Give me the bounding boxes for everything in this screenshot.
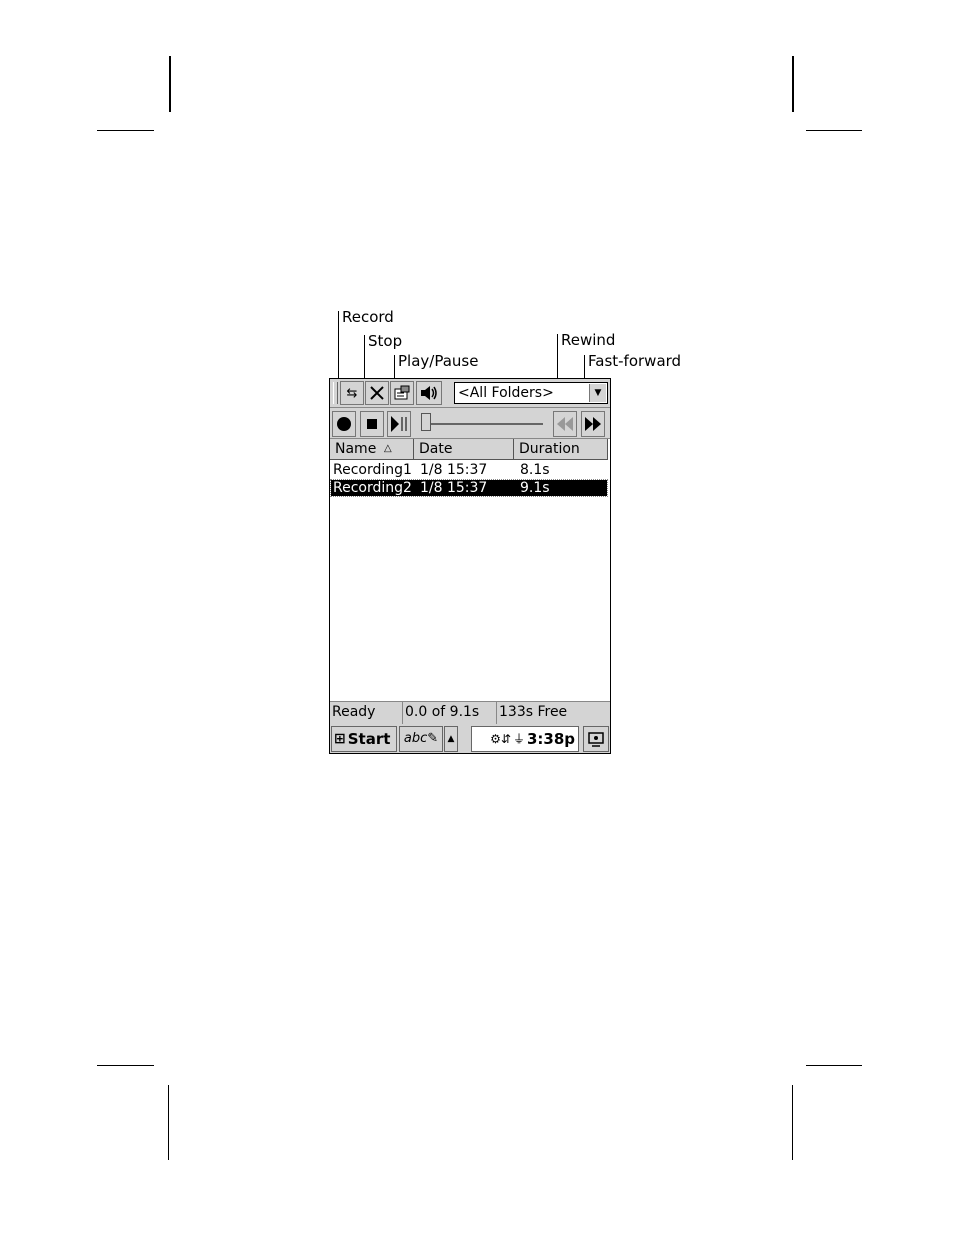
crop-mark bbox=[168, 1085, 169, 1160]
properties-icon bbox=[394, 385, 410, 400]
folder-select-value: <All Folders> bbox=[458, 385, 554, 401]
input-panel-menu-button[interactable]: ▲ bbox=[444, 726, 458, 752]
handwriting-pen-icon: abc✎ bbox=[403, 731, 439, 746]
play-pause-callout: Play/Pause bbox=[398, 352, 479, 370]
clock[interactable]: 3:38p bbox=[527, 727, 575, 751]
chevron-up-icon: ▲ bbox=[447, 734, 455, 744]
record-callout: Record bbox=[342, 308, 394, 326]
play-pause-button[interactable] bbox=[387, 411, 411, 437]
recording-name: Recording1 bbox=[333, 462, 412, 478]
rewind-callout: Rewind bbox=[561, 331, 616, 349]
connection-icon[interactable]: ⚙⇵ bbox=[490, 727, 511, 751]
voice-recorder-screen: ⇆ <All Folders> ▼ Name △ Date Duration R… bbox=[329, 378, 611, 754]
status-free-space: 133s Free bbox=[496, 701, 610, 724]
delete-button[interactable] bbox=[365, 381, 389, 405]
recording-duration: 9.1s bbox=[520, 480, 550, 496]
volume-button[interactable] bbox=[416, 381, 442, 405]
column-header-date[interactable]: Date bbox=[414, 439, 514, 460]
sort-ascending-icon: △ bbox=[384, 443, 392, 454]
crop-mark bbox=[792, 1085, 793, 1160]
record-button[interactable] bbox=[332, 411, 356, 437]
speaker-icon bbox=[421, 386, 437, 400]
record-circle-icon bbox=[337, 417, 351, 431]
start-label: Start bbox=[347, 730, 391, 748]
start-button[interactable]: ⊞ Start bbox=[331, 726, 397, 752]
crop-mark bbox=[97, 130, 154, 131]
column-header-date-label: Date bbox=[419, 441, 453, 457]
fast-forward-callout: Fast-forward bbox=[588, 352, 682, 370]
status-position: 0.0 of 9.1s bbox=[402, 701, 496, 724]
chevron-down-icon[interactable]: ▼ bbox=[589, 384, 606, 402]
sync-button[interactable]: ⇆ bbox=[340, 381, 364, 405]
input-panel-button[interactable]: abc✎ bbox=[399, 726, 443, 752]
power-plug-icon[interactable]: ⏚ bbox=[513, 727, 525, 751]
column-header-name-label: Name bbox=[335, 441, 377, 457]
properties-button[interactable] bbox=[390, 381, 414, 405]
fast-forward-button[interactable] bbox=[581, 411, 605, 437]
notification-tray: ⚙⇵ ⏚ 3:38p bbox=[471, 726, 579, 752]
crop-mark bbox=[806, 130, 862, 131]
crop-mark bbox=[806, 1065, 862, 1066]
toolbar-grip bbox=[333, 382, 338, 404]
recording-name: Recording2 bbox=[333, 480, 412, 496]
stop-square-icon bbox=[367, 419, 377, 429]
status-state: Ready bbox=[332, 704, 376, 720]
play-pause-icon bbox=[391, 416, 407, 432]
crop-mark bbox=[792, 56, 794, 112]
windows-flag-icon: ⊞ bbox=[334, 731, 346, 747]
position-slider-thumb[interactable] bbox=[421, 413, 431, 431]
list-item-selected[interactable]: Recording2 1/8 15:37 9.1s bbox=[330, 479, 608, 497]
column-header-duration[interactable]: Duration bbox=[514, 439, 608, 460]
delete-x-icon bbox=[370, 386, 384, 400]
sync-arrows-icon: ⇆ bbox=[346, 385, 358, 401]
desktop-icon bbox=[588, 732, 604, 747]
stop-callout: Stop bbox=[368, 332, 403, 350]
recording-date: 1/8 15:37 bbox=[420, 462, 488, 478]
recording-date: 1/8 15:37 bbox=[420, 480, 488, 496]
folder-select[interactable]: <All Folders> ▼ bbox=[454, 382, 608, 404]
recording-duration: 8.1s bbox=[520, 462, 550, 478]
stop-button[interactable] bbox=[360, 411, 384, 437]
column-header-duration-label: Duration bbox=[519, 441, 580, 457]
rewind-icon bbox=[557, 417, 573, 431]
list-item[interactable]: Recording1 1/8 15:37 8.1s bbox=[331, 462, 607, 478]
column-header-name[interactable]: Name △ bbox=[330, 439, 414, 460]
crop-mark bbox=[169, 56, 171, 112]
command-bar: ⇆ <All Folders> ▼ bbox=[330, 379, 610, 408]
desktop-button[interactable] bbox=[583, 726, 609, 752]
fast-forward-icon bbox=[585, 417, 601, 431]
crop-mark bbox=[97, 1065, 154, 1066]
position-slider-track[interactable] bbox=[423, 423, 543, 425]
rewind-button[interactable] bbox=[553, 411, 577, 437]
playback-bar bbox=[330, 408, 610, 439]
recordings-list: Recording1 1/8 15:37 8.1s Recording2 1/8… bbox=[330, 461, 610, 701]
